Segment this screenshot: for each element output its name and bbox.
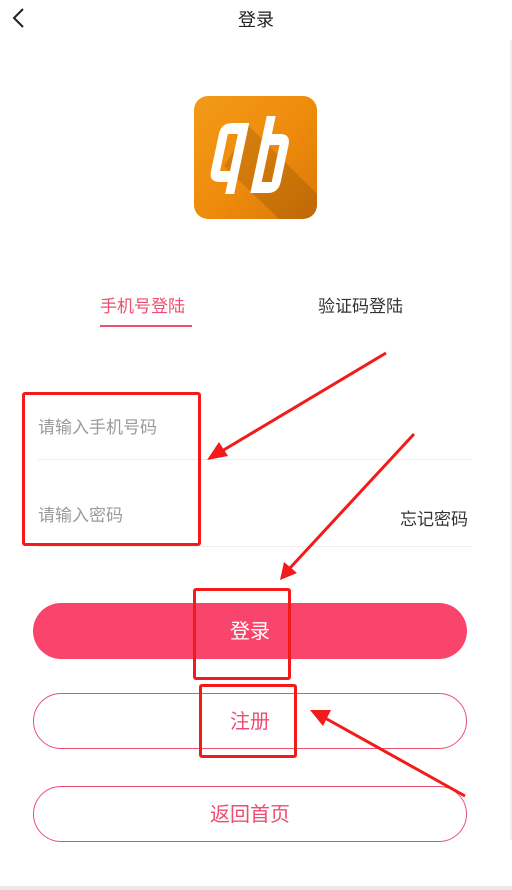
bottom-bar bbox=[0, 886, 512, 890]
tab-code-login[interactable]: 验证码登陆 bbox=[318, 292, 403, 320]
forgot-password-link[interactable]: 忘记密码 bbox=[400, 505, 468, 530]
password-divider bbox=[38, 546, 472, 547]
page-title: 登录 bbox=[238, 10, 274, 31]
header-bar: 登录 bbox=[0, 0, 512, 36]
tab-phone-login[interactable]: 手机号登陆 bbox=[100, 292, 185, 320]
home-button[interactable]: 返回首页 bbox=[33, 786, 467, 842]
annotation-box-login bbox=[193, 588, 291, 680]
active-tab-indicator bbox=[100, 325, 192, 327]
annotation-box-inputs bbox=[22, 392, 201, 546]
annotation-box-register bbox=[199, 684, 297, 758]
app-logo bbox=[194, 96, 317, 219]
